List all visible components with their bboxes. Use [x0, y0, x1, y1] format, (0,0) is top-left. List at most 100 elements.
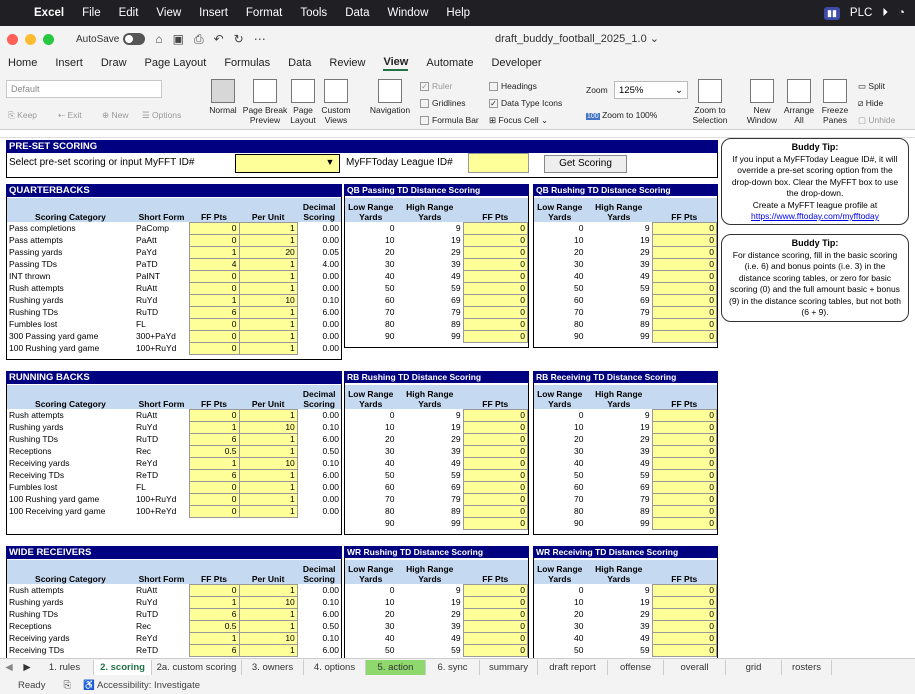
tab-draw[interactable]: Draw — [101, 57, 127, 69]
distance-ff-pts-cell[interactable]: 0 — [462, 444, 529, 458]
distance-ff-pts-cell[interactable]: 0 — [462, 293, 529, 307]
tab-review[interactable]: Review — [329, 57, 365, 69]
per-unit-cell[interactable]: 1 — [238, 329, 298, 343]
distance-ff-pts-cell[interactable]: 0 — [462, 408, 529, 422]
per-unit-cell[interactable]: 10 — [238, 456, 298, 470]
myfft-link[interactable]: https://www.fftoday.com/myfftoday — [751, 211, 879, 221]
sheet-tab[interactable]: 1. rules — [36, 660, 94, 675]
formula-bar-checkbox[interactable]: Formula Bar — [420, 115, 479, 126]
sheet-tab[interactable]: 6. sync — [426, 660, 480, 675]
distance-ff-pts-cell[interactable]: 0 — [651, 221, 718, 235]
ff-pts-cell[interactable]: 0 — [188, 317, 240, 331]
per-unit-cell[interactable]: 1 — [238, 233, 298, 247]
distance-ff-pts-cell[interactable]: 0 — [651, 257, 718, 271]
tab-view[interactable]: View — [383, 56, 409, 71]
distance-ff-pts-cell[interactable]: 0 — [651, 305, 718, 319]
per-unit-cell[interactable]: 1 — [238, 619, 298, 633]
distance-ff-pts-cell[interactable]: 0 — [462, 245, 529, 259]
menu-window[interactable]: Window — [387, 7, 428, 19]
per-unit-cell[interactable]: 1 — [238, 480, 298, 494]
ff-pts-cell[interactable]: 0.5 — [188, 444, 240, 458]
ff-pts-cell[interactable]: 6 — [188, 468, 240, 482]
distance-ff-pts-cell[interactable]: 0 — [462, 504, 529, 518]
ff-pts-cell[interactable]: 0 — [188, 281, 240, 295]
sheet-tab[interactable]: draft report — [538, 660, 608, 675]
per-unit-cell[interactable]: 1 — [238, 643, 298, 657]
autosave-toggle[interactable] — [123, 33, 146, 45]
data-type-icons-checkbox[interactable]: ✓ Data Type Icons — [489, 98, 562, 109]
ff-pts-cell[interactable]: 1 — [188, 245, 240, 259]
per-unit-cell[interactable]: 1 — [238, 607, 298, 621]
ruler-checkbox[interactable]: ✓ Ruler — [420, 81, 452, 92]
zoom-select[interactable]: 125% ⌄ — [614, 81, 688, 99]
freeze-panes-button[interactable]: Freeze Panes — [818, 79, 852, 125]
per-unit-cell[interactable]: 1 — [238, 269, 298, 283]
ff-pts-cell[interactable]: 4 — [188, 257, 240, 271]
per-unit-cell[interactable]: 10 — [238, 293, 298, 307]
distance-ff-pts-cell[interactable]: 0 — [462, 317, 529, 331]
distance-ff-pts-cell[interactable]: 0 — [651, 432, 718, 446]
distance-ff-pts-cell[interactable]: 0 — [462, 329, 529, 343]
distance-ff-pts-cell[interactable]: 0 — [462, 269, 529, 283]
per-unit-cell[interactable]: 1 — [238, 341, 298, 355]
save-icon[interactable]: ▣ — [173, 32, 184, 46]
distance-ff-pts-cell[interactable]: 0 — [462, 233, 529, 247]
distance-ff-pts-cell[interactable]: 0 — [651, 456, 718, 470]
ff-pts-cell[interactable]: 1 — [188, 293, 240, 307]
tab-prev-icon[interactable]: ◀ — [0, 662, 18, 673]
distance-ff-pts-cell[interactable]: 0 — [462, 305, 529, 319]
sheet-tab[interactable]: 5. action — [366, 660, 426, 675]
per-unit-cell[interactable]: 1 — [238, 468, 298, 482]
ff-pts-cell[interactable]: 0 — [188, 233, 240, 247]
split-button[interactable]: ▭ Split — [858, 81, 885, 92]
page-break-preview-button[interactable]: Page Break Preview — [240, 79, 290, 125]
plc-status-icon[interactable]: ▮▮ — [824, 6, 840, 20]
per-unit-cell[interactable]: 1 — [238, 281, 298, 295]
tab-page-layout[interactable]: Page Layout — [145, 57, 207, 69]
distance-ff-pts-cell[interactable]: 0 — [462, 619, 529, 633]
per-unit-cell[interactable]: 1 — [238, 444, 298, 458]
sheet-tab[interactable]: 2a. custom scoring — [152, 660, 242, 675]
menu-data[interactable]: Data — [345, 7, 369, 19]
ff-pts-cell[interactable]: 6 — [188, 607, 240, 621]
menu-edit[interactable]: Edit — [119, 7, 139, 19]
per-unit-cell[interactable]: 1 — [238, 583, 298, 597]
tab-automate[interactable]: Automate — [426, 57, 473, 69]
ff-pts-cell[interactable]: 1 — [188, 456, 240, 470]
distance-ff-pts-cell[interactable]: 0 — [462, 281, 529, 295]
focus-cell-button[interactable]: ⊞ Focus Cell ⌄ — [489, 115, 548, 126]
tab-insert[interactable]: Insert — [55, 57, 83, 69]
per-unit-cell[interactable]: 1 — [238, 504, 298, 518]
sheet-view-select[interactable]: Default — [6, 80, 162, 98]
headings-checkbox[interactable]: Headings — [489, 81, 537, 92]
per-unit-cell[interactable]: 1 — [238, 257, 298, 271]
tab-home[interactable]: Home — [8, 57, 37, 69]
per-unit-cell[interactable]: 10 — [238, 420, 298, 434]
ff-pts-cell[interactable]: 0 — [188, 480, 240, 494]
tab-developer[interactable]: Developer — [491, 57, 541, 69]
menu-file[interactable]: File — [82, 7, 101, 19]
ff-pts-cell[interactable]: 6 — [188, 643, 240, 657]
menu-format[interactable]: Format — [246, 7, 282, 19]
distance-ff-pts-cell[interactable]: 0 — [651, 444, 718, 458]
distance-ff-pts-cell[interactable]: 0 — [462, 631, 529, 645]
ff-pts-cell[interactable]: 0 — [188, 341, 240, 355]
distance-ff-pts-cell[interactable]: 0 — [462, 583, 529, 597]
custom-views-button[interactable]: Custom Views — [318, 79, 354, 125]
play-icon[interactable]: ⏵ — [882, 7, 888, 20]
distance-ff-pts-cell[interactable]: 0 — [651, 420, 718, 434]
navigation-button[interactable]: Navigation — [366, 79, 414, 115]
app-menu[interactable]: Excel — [34, 7, 64, 19]
ff-pts-cell[interactable]: 0 — [188, 221, 240, 235]
ff-pts-cell[interactable]: 0 — [188, 504, 240, 518]
undo-icon[interactable]: ↶ — [214, 32, 224, 46]
ff-pts-cell[interactable]: 0 — [188, 492, 240, 506]
distance-ff-pts-cell[interactable]: 0 — [651, 480, 718, 494]
document-title[interactable]: draft_buddy_football_2025_1.0 ⌄ — [495, 32, 659, 45]
more-icon[interactable]: ⋯ — [254, 32, 266, 46]
print-icon[interactable]: ⎙ — [194, 32, 204, 47]
ff-pts-cell[interactable]: 0.5 — [188, 619, 240, 633]
exit-button[interactable]: ⇠ Exit — [58, 110, 82, 121]
distance-ff-pts-cell[interactable]: 0 — [651, 492, 718, 506]
preset-dropdown[interactable]: ▼ — [235, 154, 340, 173]
